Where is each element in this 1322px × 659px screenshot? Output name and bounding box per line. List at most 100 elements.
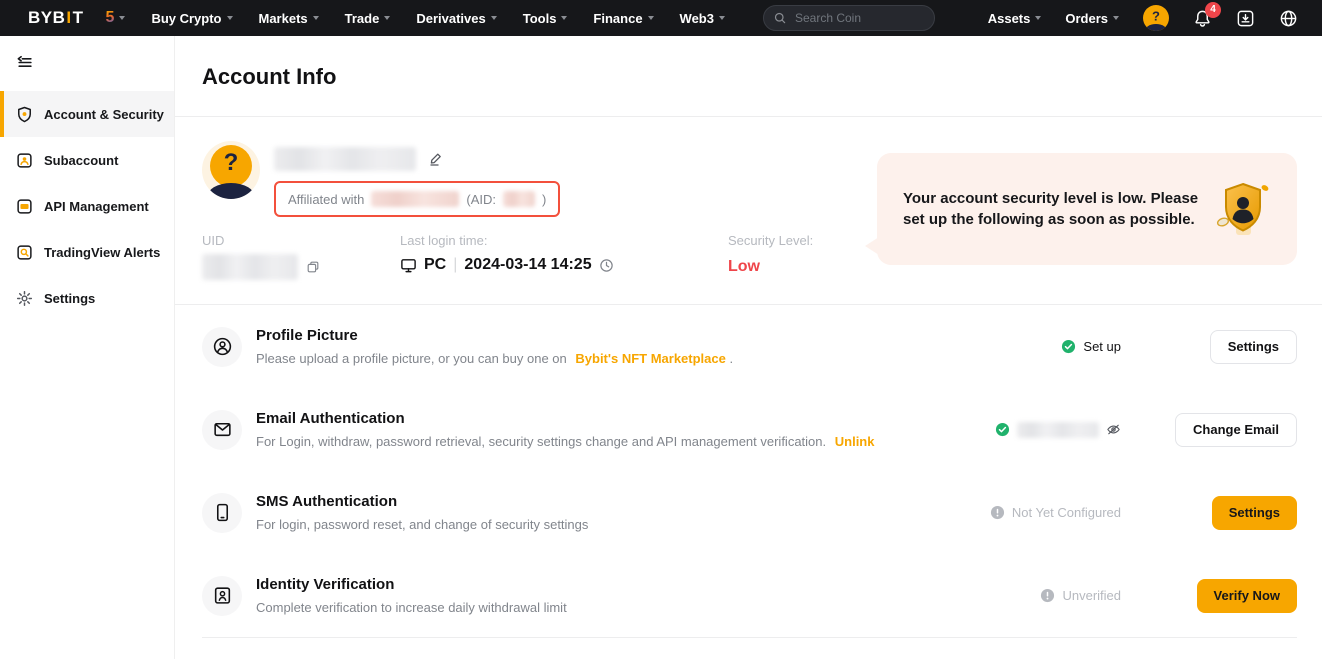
clock-icon[interactable] <box>599 258 614 273</box>
coin-search-box[interactable] <box>763 5 935 31</box>
profile-settings-button[interactable]: Settings <box>1210 330 1297 364</box>
separator: | <box>453 256 457 274</box>
sidebar-item-api-management[interactable]: API Management <box>0 183 174 229</box>
sidebar-item-subaccount[interactable]: Subaccount <box>0 137 174 183</box>
tradingview-alerts-icon <box>16 244 33 261</box>
search-input[interactable] <box>793 10 913 26</box>
chevron-down-icon <box>313 16 319 20</box>
sidebar-item-tradingview-alerts[interactable]: TradingView Alerts <box>0 229 174 275</box>
nft-marketplace-link[interactable]: Bybit's NFT Marketplace <box>575 351 725 366</box>
divider <box>202 637 1297 638</box>
nav-orders[interactable]: Orders <box>1065 11 1119 26</box>
security-level-value: Low <box>728 258 813 276</box>
nav-finance[interactable]: Finance <box>593 11 653 26</box>
subaccount-icon <box>16 152 33 169</box>
affiliated-badge: Affiliated with (AID: ) <box>274 181 560 217</box>
change-email-button[interactable]: Change Email <box>1175 413 1297 447</box>
identity-icon <box>202 576 242 616</box>
avatar-question-glyph: ? <box>224 149 239 177</box>
row-identity-verification: Identity Verification Complete verificat… <box>202 554 1297 637</box>
anniversary-icon: 5 <box>106 9 115 27</box>
unlink-link[interactable]: Unlink <box>835 434 875 449</box>
check-circle-icon <box>1061 339 1076 354</box>
sidebar-item-settings[interactable]: Settings <box>0 275 174 321</box>
chevron-down-icon <box>119 16 125 20</box>
nav-label: Markets <box>259 11 308 26</box>
download-app-icon[interactable] <box>1236 9 1255 28</box>
check-circle-icon <box>995 422 1010 437</box>
row-desc-suffix: . <box>729 351 733 366</box>
logo-accent: I <box>66 8 71 28</box>
censored-email <box>1017 422 1099 438</box>
row-sms-authentication: SMS Authentication For login, password r… <box>202 471 1297 554</box>
nav-assets[interactable]: Assets <box>988 11 1042 26</box>
phone-icon <box>202 493 242 533</box>
row-desc-text: For login, password reset, and change of… <box>256 517 588 532</box>
status-text: Set up <box>1083 339 1121 354</box>
security-settings-list: Profile Picture Please upload a profile … <box>175 305 1322 638</box>
verify-now-button[interactable]: Verify Now <box>1197 579 1297 613</box>
anniversary-menu[interactable]: 5 <box>106 9 126 27</box>
sidebar-item-account-security[interactable]: Account & Security <box>0 91 174 137</box>
sidebar-collapse-icon[interactable] <box>16 54 33 71</box>
nav-label: Buy Crypto <box>151 11 221 26</box>
user-avatar[interactable]: ? <box>1143 5 1169 31</box>
search-icon <box>774 12 786 24</box>
row-description: Please upload a profile picture, or you … <box>256 351 733 366</box>
row-desc-text: Complete verification to increase daily … <box>256 600 567 615</box>
navbar-right: Assets Orders ? 4 <box>988 5 1298 31</box>
device-type: PC <box>424 256 446 274</box>
nav-label: Orders <box>1065 11 1108 26</box>
security-warning-banner: Your account security level is low. Plea… <box>877 153 1297 265</box>
exclamation-circle-icon <box>1040 588 1055 603</box>
status-text: Unverified <box>1062 588 1121 603</box>
nav-trade[interactable]: Trade <box>345 11 391 26</box>
nav-label: Web3 <box>680 11 714 26</box>
nav-tools[interactable]: Tools <box>523 11 568 26</box>
avatar-shoulders <box>1145 24 1167 31</box>
chevron-down-icon <box>648 16 654 20</box>
edit-nickname-icon[interactable] <box>428 151 444 167</box>
chevron-down-icon <box>1035 16 1041 20</box>
nav-web3[interactable]: Web3 <box>680 11 725 26</box>
profile-section: ? Affiliated with (AID: <box>175 117 1322 304</box>
main-nav-menu: Buy Crypto Markets Trade Derivatives Too… <box>151 11 725 26</box>
bybit-account-page: BYBIT 5 Buy Crypto Markets Trade Derivat… <box>0 0 1322 659</box>
row-desc-text: Please upload a profile picture, or you … <box>256 351 567 366</box>
profile-avatar[interactable]: ? <box>202 141 260 199</box>
row-title: Identity Verification <box>256 576 567 593</box>
language-globe-icon[interactable] <box>1279 9 1298 28</box>
status-badge: Not Yet Configured <box>990 505 1121 520</box>
uid-label: UID <box>202 233 400 248</box>
notifications-button[interactable]: 4 <box>1193 9 1212 28</box>
logo-text: BYB <box>28 8 65 28</box>
bybit-logo[interactable]: BYBIT <box>28 8 84 28</box>
exclamation-circle-icon <box>990 505 1005 520</box>
status-text: Not Yet Configured <box>1012 505 1121 520</box>
row-profile-picture: Profile Picture Please upload a profile … <box>202 305 1297 388</box>
security-level-label: Security Level: <box>728 233 813 248</box>
nav-label: Tools <box>523 11 557 26</box>
row-desc-text: For Login, withdraw, password retrieval,… <box>256 434 826 449</box>
nav-markets[interactable]: Markets <box>259 11 319 26</box>
settings-sidebar: Account & Security Subaccount API Manage… <box>0 36 175 659</box>
nav-derivatives[interactable]: Derivatives <box>416 11 496 26</box>
chevron-down-icon <box>561 16 567 20</box>
sidebar-item-label: Settings <box>44 291 95 306</box>
sms-settings-button[interactable]: Settings <box>1212 496 1297 530</box>
avatar-shoulders <box>207 183 255 199</box>
eye-off-icon[interactable] <box>1106 422 1121 437</box>
notification-badge: 4 <box>1205 2 1221 18</box>
banner-text: Your account security level is low. Plea… <box>903 188 1199 231</box>
sidebar-item-label: Subaccount <box>44 153 118 168</box>
row-description: For Login, withdraw, password retrieval,… <box>256 434 874 449</box>
censored-affiliate-name <box>371 191 459 207</box>
chevron-down-icon <box>384 16 390 20</box>
avatar-question-glyph: ? <box>1152 9 1160 24</box>
sidebar-item-label: API Management <box>44 199 149 214</box>
aid-suffix: ) <box>542 192 546 207</box>
chevron-down-icon <box>227 16 233 20</box>
censored-uid <box>202 254 298 280</box>
copy-icon[interactable] <box>306 260 320 274</box>
nav-buy-crypto[interactable]: Buy Crypto <box>151 11 232 26</box>
